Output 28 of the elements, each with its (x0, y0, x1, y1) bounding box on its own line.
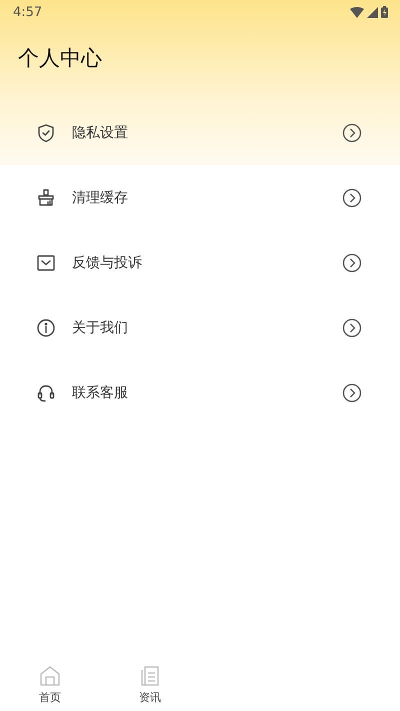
menu-label: 反馈与投诉 (72, 254, 143, 272)
mail-icon (36, 252, 56, 272)
broom-icon (36, 188, 56, 208)
chevron-icon (342, 252, 362, 272)
menu-item[interactable]: 联系客服 (0, 360, 400, 425)
menu-item[interactable]: 反馈与投诉 (0, 230, 400, 295)
menu-label: 隐私设置 (72, 124, 129, 142)
menu-item[interactable]: 关于我们 (0, 295, 400, 360)
menu-label: 清理缓存 (72, 188, 129, 206)
chevron-icon (342, 382, 362, 402)
battery-icon (381, 6, 388, 18)
tab-item[interactable]: 首页 (0, 651, 100, 711)
chevron-icon (342, 318, 362, 338)
page-title: 个人中心 (18, 45, 103, 72)
status-time: 4:57 (13, 4, 42, 20)
house-icon (38, 664, 62, 688)
chevron-icon (342, 188, 362, 208)
menu-label: 关于我们 (72, 318, 129, 336)
menu-label: 联系客服 (72, 384, 129, 402)
headset-icon (36, 382, 56, 402)
tab-item[interactable]: 资讯 (100, 651, 200, 711)
menu-item[interactable]: 隐私设置 (0, 100, 400, 165)
info-icon (36, 318, 56, 338)
chevron-icon (342, 122, 362, 142)
menu-item[interactable]: 清理缓存 (0, 165, 400, 230)
signal-icon (367, 6, 378, 18)
shield-icon (36, 122, 56, 142)
wifi-icon (350, 6, 364, 18)
